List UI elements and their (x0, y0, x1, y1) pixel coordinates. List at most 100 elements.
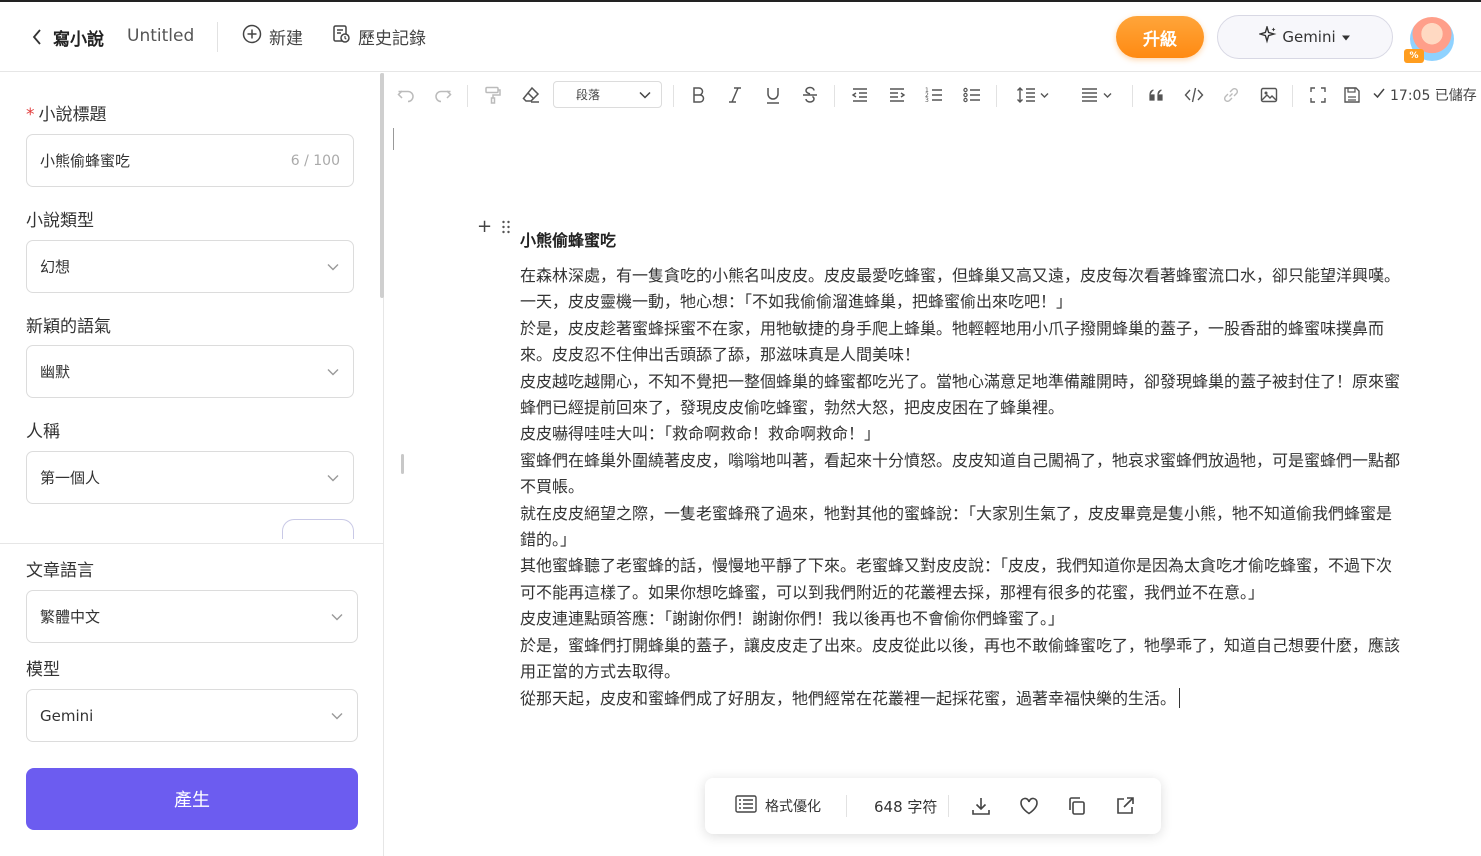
toolbar-divider (834, 85, 835, 107)
eraser-icon[interactable] (517, 81, 545, 109)
char-count: 648 字符 (874, 798, 938, 816)
paragraph[interactable]: 其他蜜蜂聽了老蜜蜂的話，慢慢地平靜了下來。老蜜蜂又對皮皮說：「皮皮，我們知道你是… (520, 553, 1404, 606)
chevron-down-icon (330, 610, 344, 624)
undo-icon[interactable] (392, 81, 420, 109)
chevron-down-icon (326, 471, 340, 485)
document-name[interactable]: Untitled (127, 26, 194, 46)
title-input[interactable]: 小熊偷蜂蜜吃 6 / 100 (26, 134, 354, 187)
format-optimize-button[interactable]: 格式優化 (735, 795, 821, 817)
model-select[interactable]: Gemini (26, 689, 358, 742)
paragraph-last[interactable]: 從那天起，皮皮和蜜蜂們成了好朋友，牠們經常在花叢裡一起採花蜜，過著幸福快樂的生活… (520, 686, 1404, 712)
model-selector[interactable]: Gemini (1217, 15, 1393, 59)
strikethrough-icon[interactable] (796, 81, 824, 109)
download-icon[interactable] (967, 792, 995, 820)
back-icon[interactable] (28, 26, 46, 48)
new-button-label: 新建 (269, 29, 303, 49)
bold-icon[interactable] (684, 81, 712, 109)
toolbar-divider (467, 85, 468, 107)
ordered-list-icon[interactable]: 123 (920, 81, 948, 109)
tone-label: 新穎的語氣 (26, 317, 111, 337)
save-icon[interactable] (1338, 81, 1366, 109)
user-avatar[interactable]: % (1404, 17, 1454, 63)
text-caret (1179, 687, 1181, 708)
bar-divider (948, 795, 949, 817)
chevron-down-icon (326, 260, 340, 274)
checkmark-icon (1372, 86, 1386, 104)
format-optimize-label: 格式優化 (765, 799, 821, 815)
paragraph[interactable]: 於是，蜜蜂們打開蜂巢的蓋子，讓皮皮走了出來。皮皮從此以後，再也不敢偷蜂蜜吃了，牠… (520, 633, 1404, 686)
svg-text:3: 3 (925, 97, 929, 104)
settings-sidebar: * 小說標題 小熊偷蜂蜜吃 6 / 100 小說類型 幻想 新穎的語氣 幽默 人稱… (0, 73, 384, 856)
line-height-icon[interactable] (1013, 81, 1055, 109)
header-divider (217, 22, 218, 52)
chevron-down-icon (639, 88, 651, 102)
format-painter-icon[interactable] (479, 81, 507, 109)
underline-icon[interactable] (759, 81, 787, 109)
person-label: 人稱 (26, 422, 60, 442)
app-title: 寫小說 (53, 30, 104, 50)
language-label: 文章語言 (26, 561, 94, 581)
open-external-icon[interactable] (1111, 792, 1139, 820)
title-input-value: 小熊偷蜂蜜吃 (40, 152, 131, 170)
italic-icon[interactable] (721, 81, 749, 109)
generate-button[interactable]: 產生 (26, 768, 358, 830)
list-format-icon (735, 795, 757, 817)
paragraph-style-value: 段落 (576, 88, 601, 102)
copy-icon[interactable] (1063, 792, 1091, 820)
history-icon (331, 24, 351, 49)
tone-select-value: 幽默 (40, 363, 71, 381)
heart-icon[interactable] (1015, 792, 1043, 820)
document-body[interactable]: 在森林深處，有一隻貪吃的小熊名叫皮皮。皮皮最愛吃蜂蜜，但蜂巢又高又遠，皮皮每次看… (520, 263, 1404, 712)
language-select[interactable]: 繁體中文 (26, 590, 358, 643)
redo-icon[interactable] (429, 81, 457, 109)
tone-select[interactable]: 幽默 (26, 345, 354, 398)
editor-toolbar: 段落 123 (385, 73, 1481, 117)
paragraph[interactable]: 蜜蜂們在蜂巢外圍繞著皮皮，嗡嗡地叫著，看起來十分憤怒。皮皮知道自己闖禍了，牠哀求… (520, 448, 1404, 501)
paragraph[interactable]: 於是，皮皮趁著蜜蜂採蜜不在家，用牠敏捷的身手爬上蜂巢。牠輕輕地用小爪子撥開蜂巢的… (520, 316, 1404, 369)
outdent-icon[interactable] (846, 81, 874, 109)
toolbar-divider (1292, 85, 1293, 107)
bar-divider (846, 795, 847, 817)
floating-action-bar: 格式優化 648 字符 (705, 778, 1161, 834)
genre-select[interactable]: 幻想 (26, 240, 354, 293)
chevron-down-icon (330, 709, 344, 723)
app-header: 寫小說 Untitled 新建 歷史記錄 升級 Gemini % (0, 2, 1481, 72)
align-icon[interactable] (1077, 81, 1119, 109)
clipped-toggle[interactable] (282, 519, 354, 539)
code-icon[interactable] (1180, 81, 1208, 109)
required-mark: * (26, 105, 35, 125)
paragraph[interactable]: 皮皮越吃越開心，不知不覺把一整個蜂巢的蜂蜜都吃光了。當牠心滿意足地準備離開時，卻… (520, 369, 1404, 422)
person-select-value: 第一個人 (40, 469, 101, 487)
paragraph[interactable]: 一天，皮皮靈機一動，牠心想：「不如我偷偷溜進蜂巢，把蜂蜜偷出來吃吧！」 (520, 289, 1404, 315)
toolbar-divider (996, 85, 997, 107)
chevron-down-icon (326, 365, 340, 379)
toolbar-divider (1132, 85, 1133, 107)
link-icon[interactable] (1217, 81, 1245, 109)
person-select[interactable]: 第一個人 (26, 451, 354, 504)
history-button[interactable]: 歷史記錄 (331, 24, 426, 49)
title-char-counter: 6 / 100 (290, 152, 340, 169)
quote-icon[interactable] (1143, 81, 1171, 109)
upgrade-button[interactable]: 升級 (1116, 16, 1204, 58)
paragraph[interactable]: 在森林深處，有一隻貪吃的小熊名叫皮皮。皮皮最愛吃蜂蜜，但蜂巢又高又遠，皮皮每次看… (520, 263, 1404, 289)
panel-resize-handle[interactable] (401, 454, 404, 474)
new-button[interactable]: 新建 (242, 24, 303, 49)
title-label: * 小說標題 (26, 105, 107, 125)
paragraph[interactable]: 皮皮連連點頭答應：「謝謝你們！謝謝你們！我以後再也不會偷你們蜂蜜了。」 (520, 606, 1404, 632)
sidebar-scroll-area[interactable]: * 小說標題 小熊偷蜂蜜吃 6 / 100 小說類型 幻想 新穎的語氣 幽默 人稱… (0, 73, 384, 543)
sparkle-icon (1257, 24, 1277, 48)
paragraph[interactable]: 就在皮皮絕望之際，一隻老蜜蜂飛了過來，牠對其他的蜜蜂說：「大家別生氣了，皮皮畢竟… (520, 501, 1404, 554)
image-icon[interactable] (1255, 81, 1283, 109)
model-label: 模型 (26, 660, 60, 680)
indent-icon[interactable] (883, 81, 911, 109)
document-title[interactable]: 小熊偷蜂蜜吃 (520, 227, 616, 251)
plus-circle-icon (242, 24, 262, 49)
avatar-badge: % (1404, 49, 1424, 63)
paragraph[interactable]: 皮皮嚇得哇哇大叫：「救命啊救命！救命啊救命！」 (520, 421, 1404, 447)
bullet-list-icon[interactable] (958, 81, 986, 109)
sidebar-scrollbar[interactable] (380, 73, 384, 298)
paragraph-style-select[interactable]: 段落 (553, 81, 662, 108)
fullscreen-icon[interactable] (1304, 81, 1332, 109)
drag-handle-icon[interactable] (501, 219, 511, 234)
add-block-icon[interactable]: + (477, 216, 492, 237)
